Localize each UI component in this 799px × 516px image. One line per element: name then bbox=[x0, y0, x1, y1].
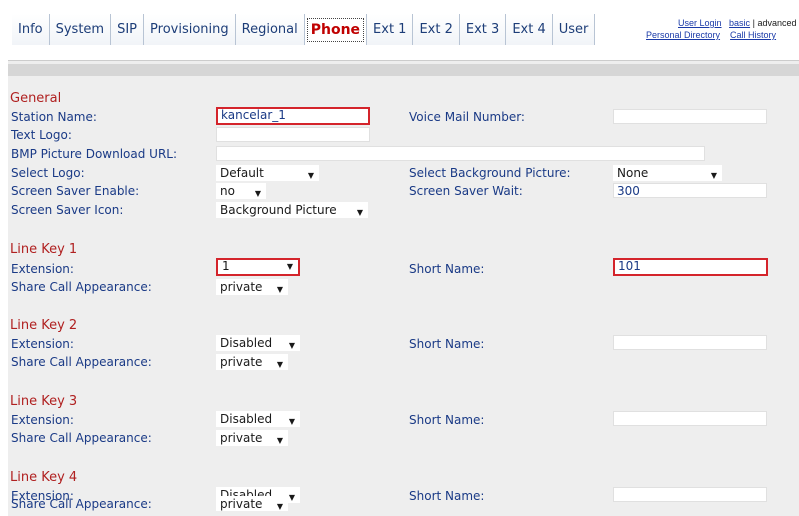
bmp-url-label: BMP Picture Download URL: bbox=[11, 147, 178, 161]
chevron-down-icon: ▼ bbox=[356, 208, 363, 217]
basic-link[interactable]: basic bbox=[729, 18, 750, 28]
chevron-down-icon: ▼ bbox=[288, 417, 295, 426]
line-key-2-share-value: private bbox=[220, 355, 263, 369]
line-key-2-short-name-input[interactable] bbox=[613, 335, 767, 350]
line-key-1-extension-value: 1 bbox=[222, 259, 230, 273]
advanced-link[interactable]: advanced bbox=[757, 18, 796, 28]
line-key-2-extension-label: Extension: bbox=[11, 337, 74, 351]
screen-saver-wait-label: Screen Saver Wait: bbox=[409, 184, 523, 198]
personal-directory-link[interactable]: Personal Directory bbox=[646, 30, 720, 40]
select-logo-value: Default bbox=[220, 166, 264, 180]
tab-info[interactable]: Info bbox=[12, 14, 50, 45]
text-logo-label: Text Logo: bbox=[11, 128, 72, 142]
line-key-4-share-dropdown[interactable]: private ▼ bbox=[216, 496, 288, 511]
section-title-line-key-2: Line Key 2 bbox=[10, 318, 78, 333]
chevron-down-icon: ▼ bbox=[288, 341, 295, 350]
chevron-down-icon: ▼ bbox=[276, 285, 283, 294]
line-key-3-extension-label: Extension: bbox=[11, 413, 74, 427]
line-key-2-extension-dropdown[interactable]: Disabled ▼ bbox=[216, 335, 300, 351]
line-key-2-share-label: Share Call Appearance: bbox=[11, 355, 152, 369]
line-key-1-share-label: Share Call Appearance: bbox=[11, 280, 152, 294]
voice-mail-input[interactable] bbox=[613, 109, 767, 124]
chevron-down-icon: ▼ bbox=[288, 493, 295, 502]
tab-sip[interactable]: SIP bbox=[111, 14, 145, 45]
chevron-down-icon: ▼ bbox=[254, 189, 261, 198]
tab-ext-1[interactable]: Ext 1 bbox=[367, 14, 414, 45]
line-key-3-extension-value: Disabled bbox=[220, 412, 273, 426]
tab-regional[interactable]: Regional bbox=[235, 14, 305, 45]
select-logo-dropdown[interactable]: Default ▼ bbox=[216, 165, 319, 181]
chevron-down-icon: ▼ bbox=[307, 171, 314, 180]
line-key-4-share-label: Share Call Appearance: bbox=[11, 497, 152, 511]
section-title-general: General bbox=[10, 91, 62, 106]
call-history-link[interactable]: Call History bbox=[730, 30, 776, 40]
line-key-3-share-dropdown[interactable]: private ▼ bbox=[216, 430, 288, 446]
bmp-url-input[interactable] bbox=[216, 146, 705, 161]
line-key-3-share-label: Share Call Appearance: bbox=[11, 431, 152, 445]
select-logo-label: Select Logo: bbox=[11, 166, 85, 180]
station-name-input[interactable]: kancelar_1 bbox=[216, 107, 370, 125]
tab-phone[interactable]: Phone bbox=[306, 18, 365, 42]
panel-top-bar bbox=[8, 64, 799, 76]
line-key-4-short-name-input[interactable] bbox=[613, 487, 767, 502]
section-title-line-key-1: Line Key 1 bbox=[10, 242, 78, 257]
tab-provisioning[interactable]: Provisioning bbox=[144, 14, 236, 45]
screen-saver-enable-dropdown[interactable]: no ▼ bbox=[216, 183, 266, 199]
line-key-1-share-dropdown[interactable]: private ▼ bbox=[216, 279, 288, 295]
line-key-4-short-name-label: Short Name: bbox=[409, 489, 485, 503]
line-key-3-extension-dropdown[interactable]: Disabled ▼ bbox=[216, 411, 300, 427]
select-bg-label: Select Background Picture: bbox=[409, 166, 571, 180]
line-key-3-share-value: private bbox=[220, 431, 263, 445]
tab-ext-4[interactable]: Ext 4 bbox=[506, 14, 553, 45]
line-key-1-extension-dropdown[interactable]: 1 ▼ bbox=[216, 258, 300, 276]
user-login-link[interactable]: User Login bbox=[678, 18, 722, 28]
line-key-2-short-name-label: Short Name: bbox=[409, 337, 485, 351]
chevron-down-icon: ▼ bbox=[276, 502, 283, 511]
tab-bar: Info System SIP Provisioning Regional Ph… bbox=[12, 14, 596, 45]
tab-phone-wrap: Phone bbox=[304, 14, 368, 45]
line-key-1-short-name-label: Short Name: bbox=[409, 262, 485, 276]
screen-saver-enable-value: no bbox=[220, 184, 235, 198]
tab-ext-3[interactable]: Ext 3 bbox=[459, 14, 507, 45]
screen-saver-wait-input[interactable]: 300 bbox=[613, 183, 767, 198]
section-title-line-key-3: Line Key 3 bbox=[10, 394, 78, 409]
links-separator: | bbox=[752, 18, 755, 28]
line-key-2-share-dropdown[interactable]: private ▼ bbox=[216, 354, 288, 370]
tab-ext-2[interactable]: Ext 2 bbox=[413, 14, 460, 45]
screen-saver-icon-value: Background Picture bbox=[220, 203, 337, 217]
line-key-1-extension-label: Extension: bbox=[11, 262, 74, 276]
select-bg-value: None bbox=[617, 166, 649, 180]
screen-saver-icon-label: Screen Saver Icon: bbox=[11, 203, 124, 217]
chevron-down-icon: ▼ bbox=[276, 360, 283, 369]
voice-mail-label: Voice Mail Number: bbox=[409, 110, 525, 124]
text-logo-input[interactable] bbox=[216, 127, 370, 142]
line-key-2-extension-value: Disabled bbox=[220, 336, 273, 350]
chevron-down-icon: ▼ bbox=[276, 436, 283, 445]
line-key-1-short-name-input[interactable]: 101 bbox=[613, 258, 768, 276]
station-name-label: Station Name: bbox=[11, 110, 97, 124]
screen-saver-icon-dropdown[interactable]: Background Picture ▼ bbox=[216, 202, 368, 218]
line-key-3-short-name-input[interactable] bbox=[613, 411, 767, 426]
chevron-down-icon: ▼ bbox=[710, 171, 717, 180]
line-key-3-short-name-label: Short Name: bbox=[409, 413, 485, 427]
tab-system[interactable]: System bbox=[49, 14, 112, 45]
screen-saver-enable-label: Screen Saver Enable: bbox=[11, 184, 140, 198]
tab-user[interactable]: User bbox=[552, 14, 596, 45]
line-key-4-share-value: private bbox=[220, 497, 263, 511]
section-title-line-key-4: Line Key 4 bbox=[10, 470, 78, 485]
select-bg-dropdown[interactable]: None ▼ bbox=[613, 165, 722, 181]
chevron-down-icon: ▼ bbox=[286, 262, 293, 271]
line-key-1-share-value: private bbox=[220, 280, 263, 294]
